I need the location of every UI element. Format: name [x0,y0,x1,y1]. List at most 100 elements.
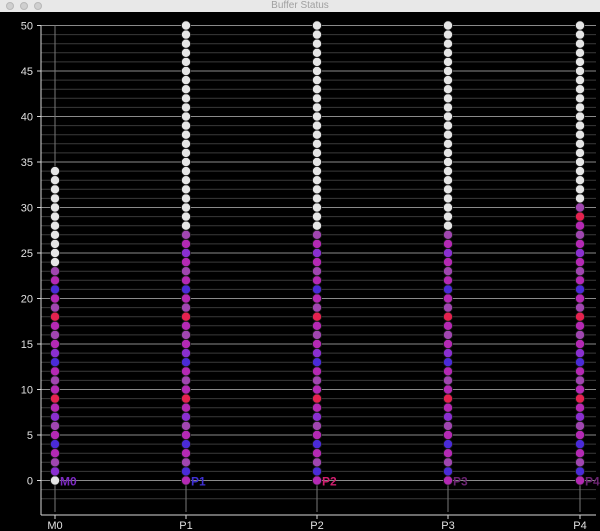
buffer-slot-point [311,20,322,31]
buffer-slot-point [442,448,453,459]
buffer-slot-point [180,38,191,49]
buffer-slot-point [50,302,61,313]
buffer-slot-point [180,393,191,404]
buffer-slot-point [442,156,453,167]
buffer-slot-point [442,293,453,304]
buffer-slot-point [442,320,453,331]
y-tick-label: 0 [27,476,33,488]
buffer-slot-point [442,247,453,258]
y-tick-label: 10 [21,385,33,397]
buffer-slot-point [311,402,322,413]
buffer-slot-point [180,457,191,468]
buffer-slot-point [311,384,322,395]
y-tick-label: 20 [21,294,33,306]
buffer-slot-point [575,229,586,240]
column-name-label: P1 [191,475,206,489]
buffer-slot-point [311,293,322,304]
buffer-slot-point [50,357,61,368]
buffer-slot-point [50,284,61,295]
buffer-slot-point [180,229,191,240]
buffer-slot-point [442,466,453,477]
buffer-slot-point [575,348,586,359]
buffer-slot-point [311,475,322,486]
buffer-slot-point [180,166,191,177]
buffer-slot-point [311,220,322,231]
buffer-slot-point [311,393,322,404]
y-tick-label: 50 [21,21,33,33]
buffer-slot-point [442,420,453,431]
buffer-slot-point [311,348,322,359]
buffer-slot-point [311,129,322,140]
buffer-slot-point [442,111,453,122]
buffer-slot-point [50,193,61,204]
buffer-slot-point [575,193,586,204]
buffer-slot-point [311,29,322,40]
buffer-slot-point [442,302,453,313]
buffer-slot-point [442,138,453,149]
buffer-slot-point [180,475,191,486]
buffer-slot-point [50,275,61,286]
buffer-slot-point [575,448,586,459]
buffer-slot-point [180,138,191,149]
buffer-slot-point [575,275,586,286]
y-tick-label: 5 [27,430,33,442]
buffer-slot-point [575,120,586,131]
buffer-slot-point [50,293,61,304]
buffer-slot-point [575,338,586,349]
buffer-slot-point [575,311,586,322]
buffer-slot-point [180,147,191,158]
buffer-slot-point [575,320,586,331]
buffer-slot-point [180,184,191,195]
buffer-slot-point [180,311,191,322]
buffer-slot-point [180,338,191,349]
x-tick-label: P2 [310,520,323,531]
y-tick-label: 45 [21,66,33,78]
buffer-slot-point [50,229,61,240]
buffer-slot-point [442,439,453,450]
x-tick-label: P3 [441,520,454,531]
buffer-slot-point [180,257,191,268]
buffer-slot-point [50,366,61,377]
buffer-slot-point [442,402,453,413]
buffer-slot-point [311,375,322,386]
buffer-slot-point [180,411,191,422]
buffer-slot-point [50,411,61,422]
buffer-slot-point [180,220,191,231]
buffer-slot-point [575,402,586,413]
y-tick-label: 40 [21,112,33,124]
buffer-slot-point [180,193,191,204]
buffer-slot-point [575,393,586,404]
buffer-slot-point [442,229,453,240]
buffer-slot-point [442,411,453,422]
buffer-slot-point [180,266,191,277]
column-name-label: P3 [453,475,468,489]
buffer-slot-point [311,184,322,195]
buffer-slot-point [311,229,322,240]
buffer-slot-point [311,211,322,222]
buffer-slot-point [50,329,61,340]
buffer-slot-point [442,357,453,368]
buffer-slot-point [575,38,586,49]
buffer-slot-point [575,156,586,167]
buffer-slot-point [575,302,586,313]
buffer-slot-point [50,375,61,386]
buffer-slot-point [575,457,586,468]
buffer-slot-point [180,93,191,104]
buffer-slot-point [180,102,191,113]
buffer-slot-point [575,111,586,122]
buffer-slot-point [442,220,453,231]
buffer-slot-point [50,457,61,468]
buffer-slot-point [180,439,191,450]
buffer-slot-point [311,138,322,149]
buffer-slot-point [442,84,453,95]
buffer-slot-point [50,348,61,359]
buffer-slot-point [311,102,322,113]
buffer-slot-point [442,393,453,404]
buffer-slot-point [311,420,322,431]
buffer-slot-point [575,475,586,486]
buffer-slot-point [311,329,322,340]
column-name-label: M0 [60,475,77,489]
buffer-slot-point [575,257,586,268]
buffer-slot-point [575,84,586,95]
buffer-slot-point [180,66,191,77]
